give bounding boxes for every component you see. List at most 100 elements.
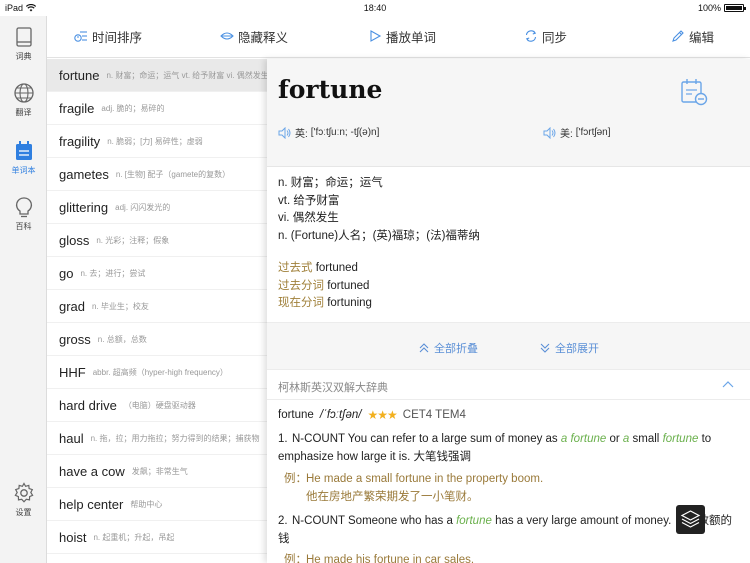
- list-item-word: go: [59, 265, 74, 281]
- word-form-value[interactable]: fortuning: [327, 297, 372, 309]
- list-item-word: hard drive: [59, 397, 117, 413]
- sense-text: N-COUNT You can refer to a large sum of …: [292, 433, 561, 445]
- definition-line: vi. 偶然发生: [278, 212, 339, 224]
- headword: fortune: [278, 75, 383, 104]
- list-item-definition: adj. 闪闪发光的: [115, 202, 171, 212]
- speaker-icon: [543, 126, 556, 139]
- sync-label: 同步: [542, 30, 568, 45]
- list-item[interactable]: HHF abbr. 超高频（hyper-high frequency）: [47, 356, 267, 389]
- layers-button[interactable]: [676, 505, 705, 534]
- word-form-line: 过去分词 fortuned: [278, 278, 738, 296]
- word-form-label: 现在分词: [278, 297, 324, 309]
- example-2: 例：He made his fortune in car sales.: [284, 552, 734, 563]
- play-words-label: 播放单词: [386, 30, 437, 45]
- collins-dictionary-header[interactable]: 柯林斯英汉双解大辞典: [267, 370, 750, 400]
- us-phonetic: ['fɔrtʃən]: [575, 127, 611, 138]
- list-item-word: hoist: [59, 529, 87, 545]
- status-bar: iPad 18:40 100%: [0, 0, 750, 16]
- uk-label: 英:: [295, 129, 308, 140]
- sense-text: N-COUNT Someone who has a: [292, 515, 457, 527]
- example-english: 例：He made a small fortune in the propert…: [284, 471, 734, 489]
- list-item[interactable]: hoist n. 起重机；升起，吊起: [47, 521, 267, 554]
- word-list: fortune n. 财富；命运；运气 vt. 给予财富 vi. 偶然发生 fra…: [47, 59, 267, 563]
- list-item[interactable]: go n. 去；进行；尝试: [47, 257, 267, 290]
- list-item[interactable]: fortune n. 财富；命运；运气 vt. 给予财富 vi. 偶然发生: [47, 59, 267, 92]
- word-form-label: 过去分词: [278, 279, 324, 292]
- list-item[interactable]: haul n. 拖，拉；用力拖拉；努力得到的结果；捕获物: [47, 422, 267, 455]
- list-item[interactable]: help center 帮助中心: [47, 488, 267, 521]
- expand-all-label: 全部展开: [555, 343, 599, 355]
- list-item-definition: adj. 脆的；易碎的: [101, 103, 165, 113]
- battery-icon: [724, 4, 746, 12]
- list-item-definition: n. 拖，拉；用力拖拉；努力得到的结果；捕获物: [90, 433, 260, 443]
- list-item[interactable]: glittering adj. 闪闪发光的: [47, 191, 267, 224]
- example-label: 例：: [284, 554, 307, 563]
- list-item-word: grad: [59, 298, 86, 314]
- sense-number: 2.: [278, 515, 288, 527]
- list-item[interactable]: fragility n. 脆弱；[力] 易碎性；虚弱: [47, 125, 267, 158]
- sync-button[interactable]: 同步: [524, 26, 567, 46]
- collapse-all-button[interactable]: 全部折叠: [418, 340, 478, 356]
- example-english: 例：He made his fortune in car sales.: [284, 552, 734, 563]
- tab-translate[interactable]: 翻译: [0, 82, 47, 118]
- list-item-definition: n. 光彩；注释；假象: [96, 235, 170, 245]
- dictionary-title: 柯林斯英汉双解大辞典: [278, 382, 388, 394]
- list-item-word: gloss: [59, 232, 90, 248]
- speaker-icon: [278, 126, 291, 139]
- list-item[interactable]: gametes n. [生物] 配子（gamete的复数）: [47, 158, 267, 191]
- example-label: 例：: [284, 473, 307, 485]
- example-chinese: 他在房地产繁荣期发了一小笔财。: [306, 490, 479, 503]
- play-words-button[interactable]: 播放单词: [368, 26, 436, 46]
- example-english-text: He made his fortune in car sales.: [306, 554, 475, 563]
- sense-text: or: [606, 433, 623, 445]
- list-item-word: gross: [59, 331, 91, 347]
- list-item[interactable]: have a cow 发飙；非常生气: [47, 455, 267, 488]
- example-english-text: He made a small fortune in the property …: [306, 473, 544, 485]
- entry-pronunciation: /ˈfɔːtʃən/: [319, 409, 362, 421]
- us-pronunciation[interactable]: 美: ['fɔrtʃən]: [543, 125, 610, 140]
- list-item-definition: 帮助中心: [130, 499, 163, 509]
- sort-by-time-button[interactable]: 时间排序: [74, 26, 142, 46]
- list-item-definition: n. 总额，总数: [97, 334, 147, 344]
- word-form-line: 现在分词 fortuning: [278, 295, 738, 313]
- expand-all-button[interactable]: 全部展开: [539, 340, 599, 356]
- toolbar: 时间排序 隐藏释义 播放单词 同步 编辑: [47, 16, 750, 58]
- list-item-word: fragile: [59, 100, 95, 116]
- tab-encyclopedia[interactable]: 百科: [0, 196, 47, 232]
- list-item-word: HHF: [59, 364, 86, 380]
- edit-button[interactable]: 编辑: [671, 26, 714, 46]
- list-item[interactable]: fragile adj. 脆的；易碎的: [47, 92, 267, 125]
- list-item-definition: n. 去；进行；尝试: [80, 268, 146, 278]
- entry-word: fortune: [278, 409, 314, 421]
- sense-keyword: a fortune: [560, 433, 607, 445]
- word-form-value[interactable]: fortuned: [316, 262, 358, 274]
- list-item-definition: n. [生物] 配子（gamete的复数）: [115, 169, 231, 179]
- sense-1: 1. N-COUNT You can refer to a large sum o…: [278, 431, 738, 466]
- list-item-word: fragility: [59, 133, 101, 149]
- double-chevron-up-icon: [419, 343, 429, 353]
- hide-definitions-button[interactable]: 隐藏释义: [220, 26, 288, 46]
- collins-entry-header: fortune /ˈfɔːtʃən/ ★★★ CET4 TEM4: [278, 408, 466, 422]
- notebook-icon: [15, 141, 32, 160]
- sort-icon: [74, 31, 87, 42]
- word-form-value[interactable]: fortuned: [327, 280, 369, 292]
- layers-icon: [680, 510, 701, 528]
- tab-wordbook[interactable]: 单词本: [0, 140, 47, 176]
- list-item[interactable]: hard drive （电脑）硬盘驱动器: [47, 389, 267, 422]
- list-item-word: fortune: [59, 67, 100, 83]
- edit-label: 编辑: [689, 30, 715, 45]
- list-item[interactable]: gross n. 总额，总数: [47, 323, 267, 356]
- frequency-stars: ★★★: [367, 408, 398, 422]
- basic-definitions: n. 财富；命运；运气 vt. 给予财富 vi. 偶然发生 n. (Fortun…: [278, 175, 738, 245]
- play-icon: [370, 30, 382, 42]
- tab-settings[interactable]: 设置: [0, 482, 47, 518]
- chevron-up-icon[interactable]: [722, 380, 734, 390]
- list-item[interactable]: gloss n. 光彩；注释；假象: [47, 224, 267, 257]
- sense-number: 1.: [278, 433, 288, 445]
- uk-pronunciation[interactable]: 英: ['fɔːtʃuːn; -tʃ(ə)n]: [278, 125, 379, 140]
- list-item[interactable]: grad n. 毕业生；校友: [47, 290, 267, 323]
- sense-2: 2. N-COUNT Someone who has a fortune has …: [278, 513, 738, 548]
- remove-from-wordbook-icon[interactable]: [679, 77, 709, 107]
- exam-levels: CET4 TEM4: [402, 409, 466, 421]
- tab-dictionary[interactable]: 词典: [0, 26, 47, 62]
